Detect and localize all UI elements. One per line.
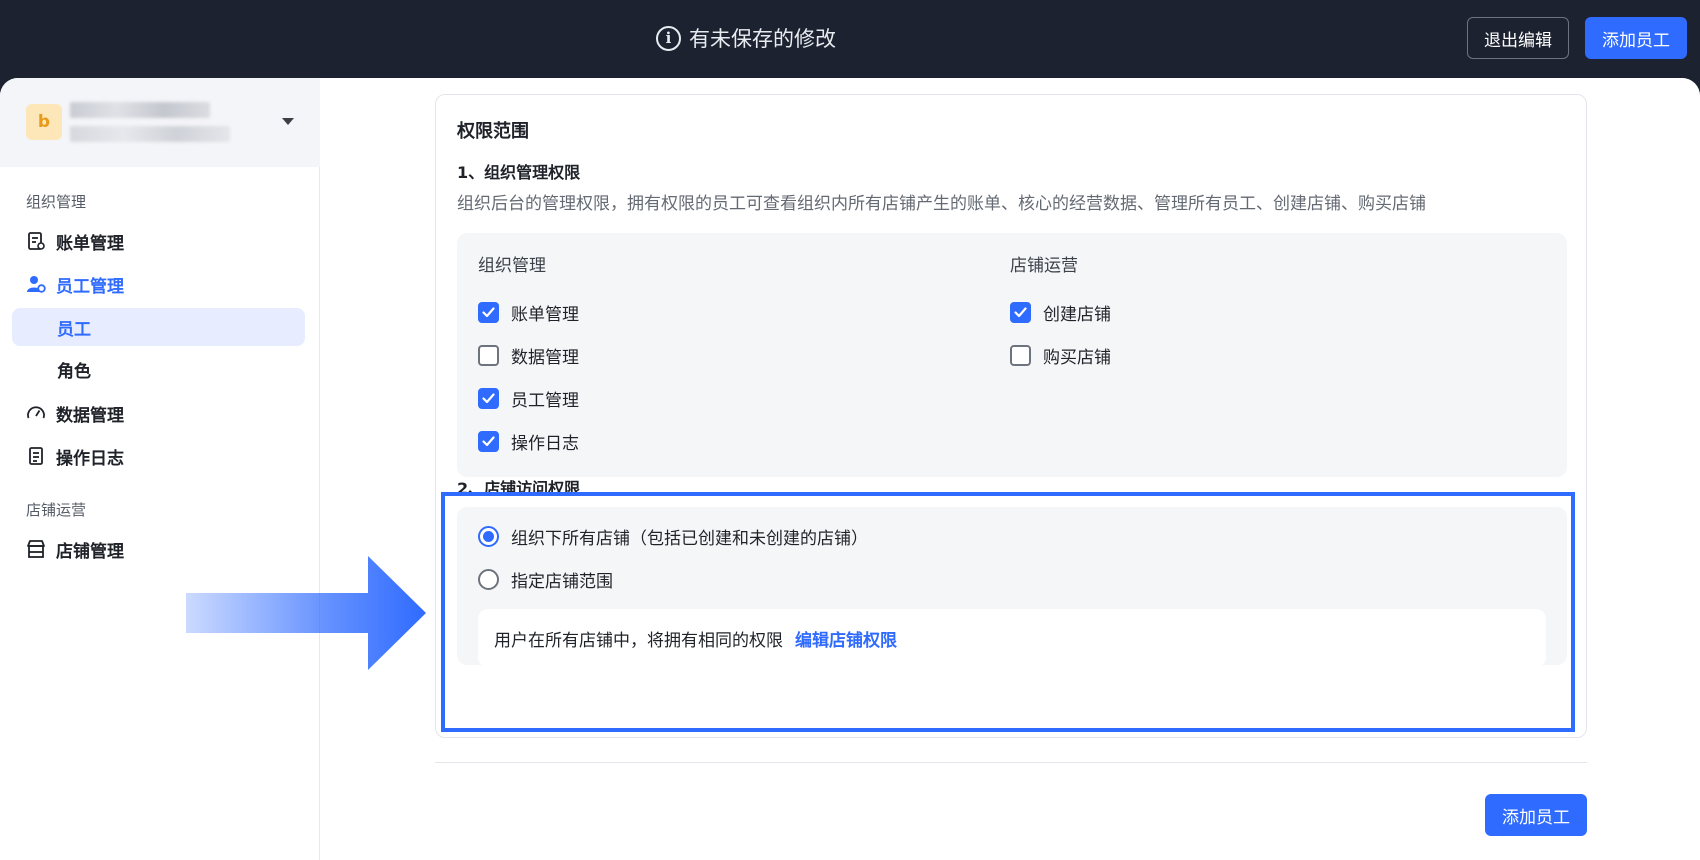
checkbox-label: 购买店铺 [1043, 347, 1111, 368]
top-bar: i 有未保存的修改 退出编辑 添加员工 [0, 0, 1700, 78]
unsaved-text: 有未保存的修改 [689, 27, 836, 51]
divider [435, 762, 1587, 763]
checkbox-label: 创建店铺 [1043, 304, 1111, 325]
checkbox-checked-icon[interactable] [478, 301, 499, 323]
checkbox-checked-icon[interactable] [1010, 301, 1031, 323]
bill-icon [26, 231, 46, 251]
exit-edit-button[interactable]: 退出编辑 [1467, 17, 1569, 59]
unsaved-changes-notice: i 有未保存的修改 [656, 24, 836, 52]
sidebar-item-bill[interactable]: 账单管理 [26, 224, 124, 258]
column-store-operation: 店铺运营 [1010, 256, 1078, 276]
card-title: 权限范围 [457, 121, 529, 142]
info-icon: i [656, 25, 681, 51]
main-content: 权限范围 1、组织管理权限 组织后台的管理权限，拥有权限的员工可查看组织内所有店… [320, 78, 1700, 860]
sidebar-item-label: 操作日志 [56, 448, 124, 469]
add-employee-button-top[interactable]: 添加员工 [1585, 17, 1687, 59]
checkbox-label: 操作日志 [511, 433, 579, 454]
org-permission-box: 组织管理 店铺运营 账单管理 数据管理 员工管理 操作日志 创建店铺 购买店铺 [457, 233, 1567, 477]
store-icon [26, 539, 46, 559]
add-employee-button-bottom[interactable]: 添加员工 [1485, 794, 1587, 836]
gauge-icon [26, 403, 46, 423]
user-settings-icon [26, 274, 46, 294]
sidebar-item-staff[interactable]: 员工管理 [26, 267, 124, 301]
caret-down-icon[interactable] [282, 118, 294, 125]
sidebar: b 组织管理 账单管理 员工管理 员工 角色 数据管理 操作日志 店铺运营 店铺… [0, 78, 320, 860]
checkbox-checked-icon[interactable] [478, 387, 499, 409]
pointer-arrow-icon [186, 556, 426, 670]
perm-data-checkbox[interactable]: 数据管理 [478, 342, 579, 368]
sidebar-item-label: 数据管理 [56, 405, 124, 426]
sidebar-item-label: 店铺管理 [56, 541, 124, 562]
sidebar-item-label: 员工管理 [56, 276, 124, 297]
checkbox-label: 账单管理 [511, 304, 579, 325]
sidebar-subitem-employee[interactable]: 员工 [12, 308, 305, 346]
checkbox-label: 员工管理 [511, 390, 579, 411]
checkbox-checked-icon[interactable] [478, 430, 499, 452]
org-switcher[interactable]: b [0, 78, 320, 167]
highlight-frame [441, 492, 1575, 732]
perm-create-store-checkbox[interactable]: 创建店铺 [1010, 299, 1111, 325]
column-org-management: 组织管理 [478, 256, 546, 276]
org-subtitle-redacted [70, 126, 230, 142]
sidebar-item-data[interactable]: 数据管理 [26, 396, 124, 430]
perm-buy-store-checkbox[interactable]: 购买店铺 [1010, 342, 1111, 368]
perm-bill-checkbox[interactable]: 账单管理 [478, 299, 579, 325]
checkbox-label: 数据管理 [511, 347, 579, 368]
perm-log-checkbox[interactable]: 操作日志 [478, 428, 579, 454]
sidebar-item-log[interactable]: 操作日志 [26, 439, 124, 473]
nav-group-org: 组织管理 [26, 193, 87, 211]
org-permission-description: 组织后台的管理权限，拥有权限的员工可查看组织内所有店铺产生的账单、核心的经营数据… [457, 194, 1426, 214]
log-icon [26, 446, 46, 466]
sidebar-item-label: 账单管理 [56, 233, 124, 254]
org-avatar: b [26, 104, 62, 140]
nav-group-store: 店铺运营 [26, 501, 87, 519]
sidebar-item-store[interactable]: 店铺管理 [26, 532, 124, 566]
org-name-redacted [70, 102, 210, 118]
checkbox-unchecked-icon[interactable] [1010, 344, 1031, 366]
org-permission-title: 1、组织管理权限 [457, 163, 581, 182]
checkbox-unchecked-icon[interactable] [478, 344, 499, 366]
sidebar-subitem-role[interactable]: 角色 [12, 350, 305, 388]
perm-staff-checkbox[interactable]: 员工管理 [478, 385, 579, 411]
page: b 组织管理 账单管理 员工管理 员工 角色 数据管理 操作日志 店铺运营 店铺… [0, 78, 1700, 860]
